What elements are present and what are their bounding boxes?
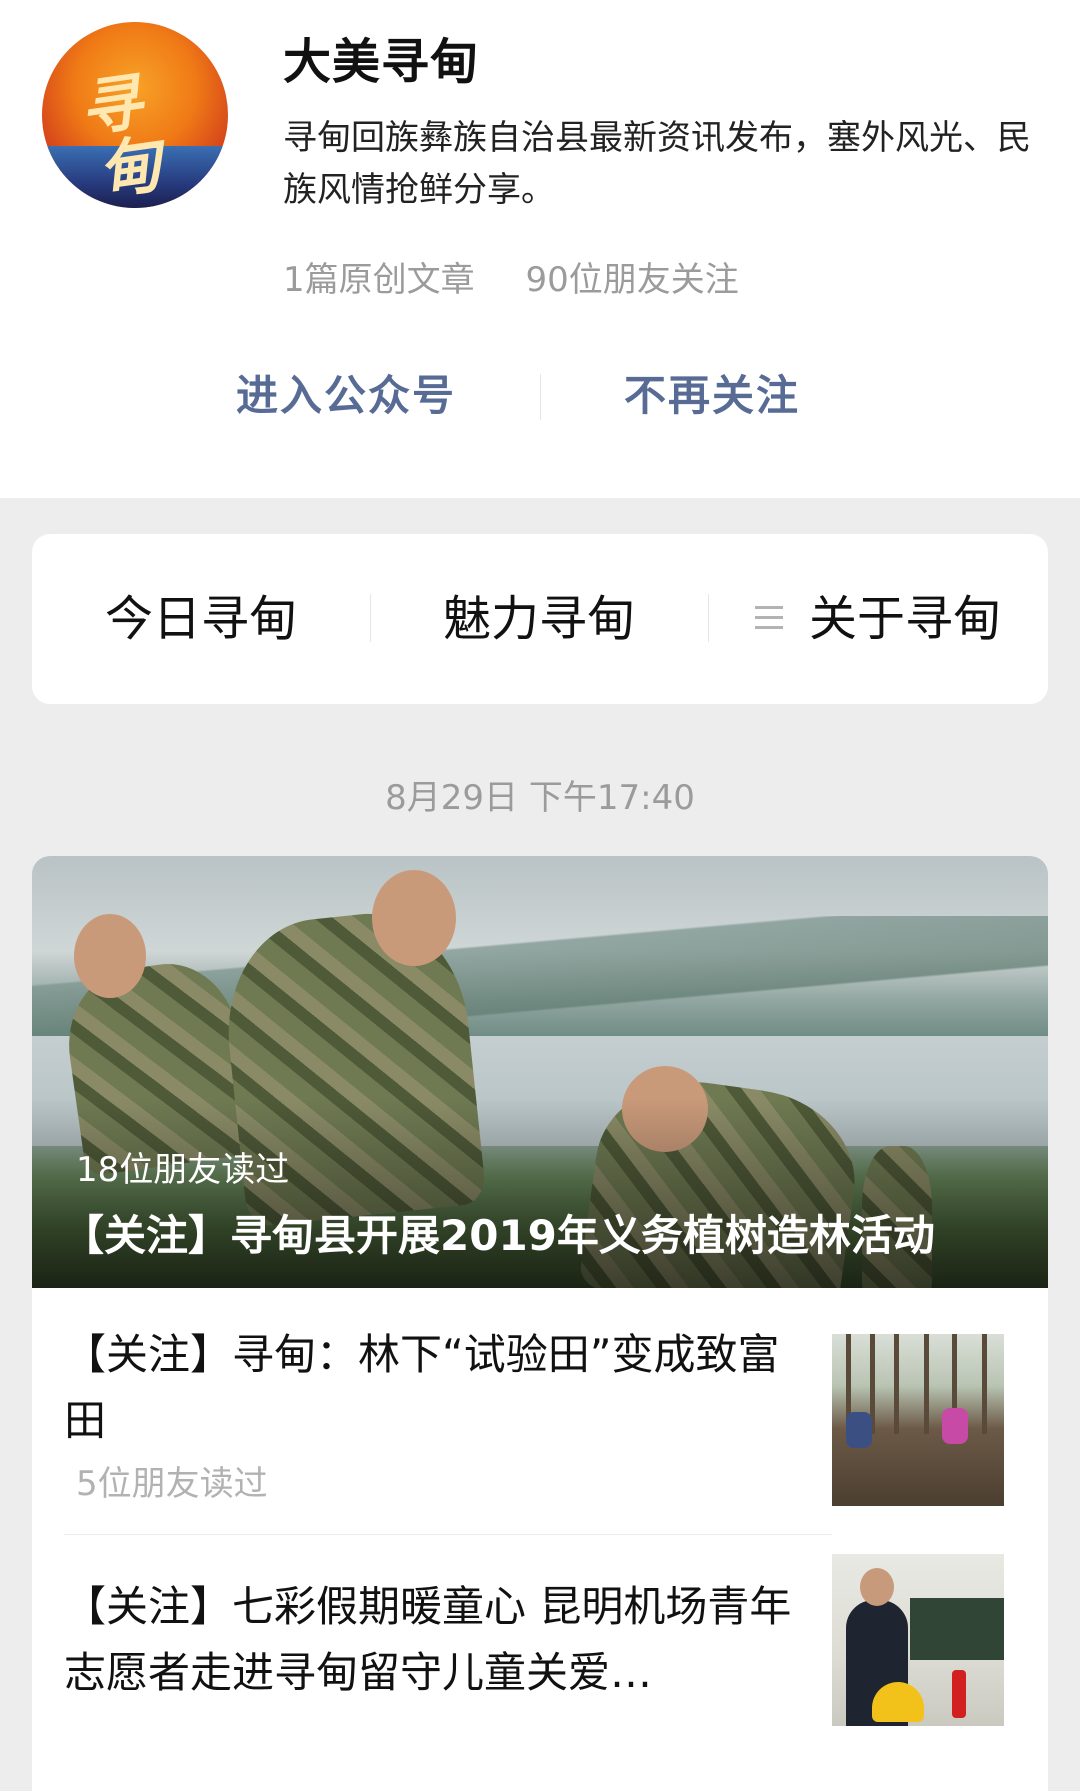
hamburger-icon	[754, 606, 783, 630]
account-profile: 寻甸 大美寻甸 寻甸回族彝族自治县最新资讯发布，塞外风光、民族风情抢鲜分享。 1…	[0, 0, 1080, 498]
hero-person-head	[74, 914, 146, 998]
article-title: 【关注】寻甸：林下“试验田”变成致富田	[64, 1330, 780, 1445]
article-item[interactable]: 【关注】七彩假期暖童心 昆明机场青年志愿者走进寻甸留守儿童关爱…	[32, 1536, 1048, 1791]
menu-item-about[interactable]: 关于寻甸	[708, 534, 1048, 704]
article-item[interactable]: 【关注】寻甸：林下“试验田”变成致富田 5位朋友读过	[32, 1288, 1048, 1536]
account-name: 大美寻甸	[283, 34, 480, 90]
article-reads: 5位朋友读过	[76, 1464, 268, 1504]
message-timestamp: 8月29日 下午17:40	[385, 778, 695, 818]
menu-item-today[interactable]: 今日寻甸	[32, 534, 370, 704]
account-menu: 今日寻甸 魅力寻甸 关于寻甸	[32, 534, 1048, 704]
forest-field-photo-icon	[832, 1334, 1004, 1506]
avatar-calligraphy: 寻甸	[74, 65, 166, 208]
classroom-firefighter-photo-icon	[832, 1554, 1004, 1726]
hero-title: 【关注】寻甸县开展2019年义务植树造林活动	[62, 1211, 935, 1260]
menu-item-charm[interactable]: 魅力寻甸	[370, 534, 708, 704]
item-divider	[64, 1534, 832, 1535]
unfollow-button[interactable]: 不再关注	[624, 362, 800, 423]
xundian-logo-icon[interactable]: 寻甸	[42, 22, 228, 208]
hero-person-head	[372, 870, 456, 966]
article-group: 18位朋友读过 【关注】寻甸县开展2019年义务植树造林活动 【关注】寻甸：林下…	[32, 856, 1048, 1791]
enter-account-button[interactable]: 进入公众号	[236, 362, 456, 423]
hero-article[interactable]: 18位朋友读过 【关注】寻甸县开展2019年义务植树造林活动	[32, 856, 1048, 1288]
account-description: 寻甸回族彝族自治县最新资讯发布，塞外风光、民族风情抢鲜分享。	[283, 118, 1031, 210]
article-title: 【关注】七彩假期暖童心 昆明机场青年志愿者走进寻甸留守儿童关爱…	[64, 1582, 792, 1697]
account-actions: 进入公众号 不再关注	[0, 362, 1080, 432]
original-articles-count[interactable]: 1篇原创文章	[283, 260, 475, 300]
action-divider	[540, 374, 541, 420]
hero-reads: 18位朋友读过	[76, 1150, 290, 1190]
account-stats: 1篇原创文章 90位朋友关注	[283, 252, 779, 301]
menu-item-about-label: 关于寻甸	[808, 591, 1001, 647]
friends-following-count[interactable]: 90位朋友关注	[525, 260, 738, 300]
